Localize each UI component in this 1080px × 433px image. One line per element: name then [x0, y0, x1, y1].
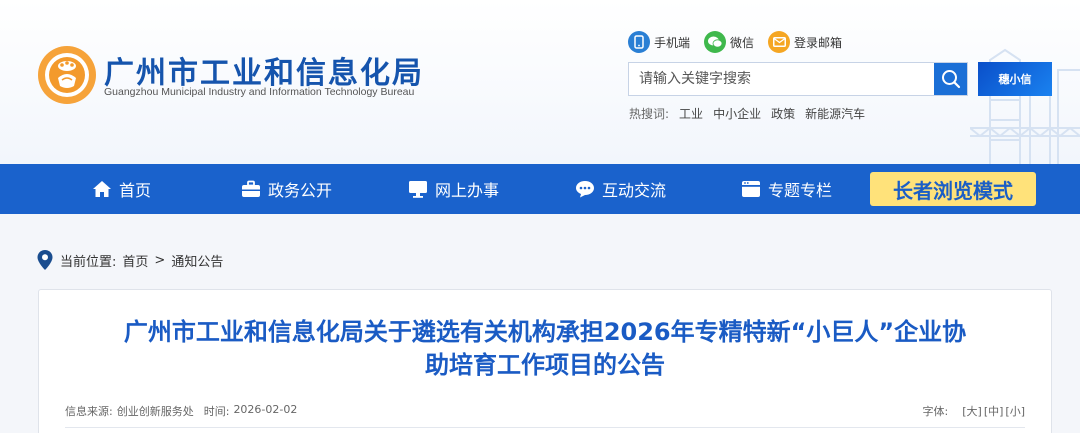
site-header: 广州市工业和信息化局 Guangzhou Municipal Industry …: [0, 0, 1080, 164]
search-box: [628, 62, 968, 96]
wechat-link-label: 微信: [730, 35, 755, 50]
building-decoration: [970, 48, 1080, 164]
article-title-line: 助培育工作项目的公告: [425, 351, 665, 379]
nav-item-label: 首页: [119, 181, 152, 200]
hot-search-item[interactable]: 工业: [679, 105, 703, 122]
article-card: 广州市工业和信息化局关于遴选有关机构承担2026年专精特新“小巨人”企业协 助培…: [38, 289, 1052, 433]
hot-search-item[interactable]: 政策: [771, 105, 795, 122]
hot-search-item[interactable]: 中小企业: [713, 105, 761, 122]
search-input[interactable]: [629, 63, 934, 95]
hot-search-item[interactable]: 新能源汽车: [805, 105, 865, 122]
browser-icon: [741, 179, 761, 199]
time-label: 时间:: [203, 405, 230, 418]
nav-item-interaction[interactable]: 互动交流: [575, 164, 666, 214]
font-size-small-button[interactable]: [小]: [1005, 403, 1025, 419]
breadcrumb-home[interactable]: 首页: [122, 251, 148, 270]
quick-links: 手机端 微信 登录邮箱: [628, 31, 842, 53]
nav-item-label: 互动交流: [602, 181, 667, 200]
phone-icon: [628, 31, 650, 53]
mobile-link-label: 手机端: [654, 35, 691, 50]
article-title: 广州市工业和信息化局关于遴选有关机构承担2026年专精特新“小巨人”企业协 助培…: [59, 316, 1031, 382]
source-label: 信息来源:: [65, 405, 113, 418]
font-size-control: 字体: [大] [中] [小]: [923, 403, 1026, 419]
mail-link[interactable]: 登录邮箱: [768, 31, 842, 53]
nav-item-online-services[interactable]: 网上办事: [408, 164, 499, 214]
home-icon: [92, 179, 112, 199]
breadcrumb-current[interactable]: 通知公告: [171, 251, 223, 270]
mail-icon: [768, 31, 791, 53]
font-size-large-button[interactable]: [大]: [962, 403, 982, 419]
briefcase-icon: [241, 179, 261, 199]
elder-mode-button[interactable]: 长者浏览模式: [870, 172, 1036, 206]
nav-item-special-topics[interactable]: 专题专栏: [741, 164, 832, 214]
nav-item-label: 专题专栏: [768, 181, 833, 200]
hot-search: 热搜词: 工业 中小企业 政策 新能源汽车: [629, 105, 865, 122]
font-size-label: 字体:: [922, 405, 949, 418]
article-title-line: 广州市工业和信息化局关于遴选有关机构承担2026年专精特新“小巨人”企业协: [123, 318, 967, 346]
nav-item-label: 政务公开: [268, 181, 333, 200]
search-icon: [941, 70, 960, 89]
nav-item-home[interactable]: 首页: [92, 164, 151, 214]
location-pin-icon: [37, 250, 53, 270]
site-subtitle: Guangzhou Municipal Industry and Informa…: [104, 86, 415, 98]
wechat-link[interactable]: 微信: [704, 31, 754, 53]
source-value: 创业创新服务处: [116, 405, 194, 418]
monitor-icon: [408, 179, 428, 199]
search-button[interactable]: [934, 63, 967, 95]
hot-search-label: 热搜词:: [629, 107, 670, 121]
article-meta: 信息来源: 创业创新服务处 时间: 2026-02-02: [65, 403, 297, 419]
time-value: 2026-02-02: [233, 403, 298, 416]
mobile-link[interactable]: 手机端: [628, 31, 690, 53]
mail-link-label: 登录邮箱: [794, 35, 843, 50]
mini-program-badge[interactable]: 穗小信: [978, 62, 1052, 96]
city-emblem-logo: [38, 46, 96, 104]
breadcrumb: 当前位置: 首页 > 通知公告: [36, 249, 223, 271]
breadcrumb-label: 当前位置:: [60, 254, 117, 270]
nav-item-label: 网上办事: [435, 181, 500, 200]
divider: [65, 427, 1025, 428]
chat-icon: [575, 179, 595, 199]
nav-item-government-affairs[interactable]: 政务公开: [241, 164, 332, 214]
wechat-icon: [704, 31, 727, 53]
breadcrumb-separator: >: [154, 252, 166, 268]
font-size-medium-button[interactable]: [中]: [984, 403, 1004, 419]
